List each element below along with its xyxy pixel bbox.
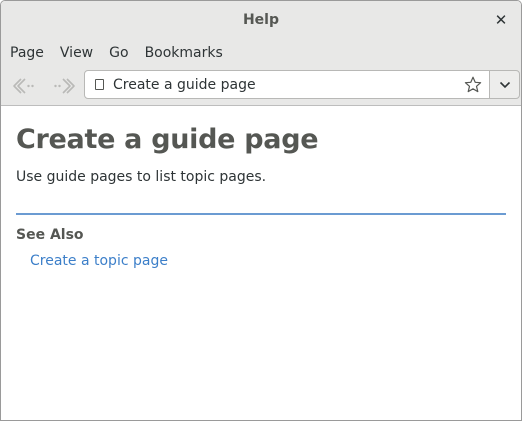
menu-bookmarks[interactable]: Bookmarks <box>137 39 231 67</box>
help-window: Help ✕ Page View Go Bookmarks Create a g… <box>0 0 522 421</box>
page-title: Create a guide page <box>16 124 319 155</box>
section-divider <box>16 213 506 215</box>
back-button[interactable] <box>9 73 39 99</box>
close-button[interactable]: ✕ <box>491 10 511 30</box>
page-icon <box>95 79 104 90</box>
header-bar: Help ✕ Page View Go Bookmarks Create a g… <box>1 1 521 106</box>
intro-text: Use guide pages to list topic pages. <box>16 169 267 185</box>
titlebar[interactable]: Help ✕ <box>1 1 521 39</box>
menubar: Page View Go Bookmarks <box>1 39 521 67</box>
toolbar: Create a guide page <box>1 67 521 105</box>
menu-view[interactable]: View <box>52 39 101 67</box>
menu-go[interactable]: Go <box>101 39 136 67</box>
forward-arrow-icon <box>54 78 75 94</box>
help-content: Create a guide page Use guide pages to l… <box>1 106 521 270</box>
location-bar[interactable]: Create a guide page <box>84 70 490 99</box>
back-arrow-icon <box>13 78 34 94</box>
window-title: Help <box>242 12 280 28</box>
location-dropdown-button[interactable] <box>489 70 520 99</box>
see-also-heading: See Also <box>16 227 84 243</box>
location-text: Create a guide page <box>113 77 256 93</box>
chevron-down-icon <box>499 81 510 88</box>
close-icon: ✕ <box>494 11 508 29</box>
link-create-topic-page[interactable]: Create a topic page <box>30 252 168 270</box>
star-icon[interactable] <box>463 75 483 95</box>
forward-button[interactable] <box>49 73 79 99</box>
menu-page[interactable]: Page <box>2 39 52 67</box>
